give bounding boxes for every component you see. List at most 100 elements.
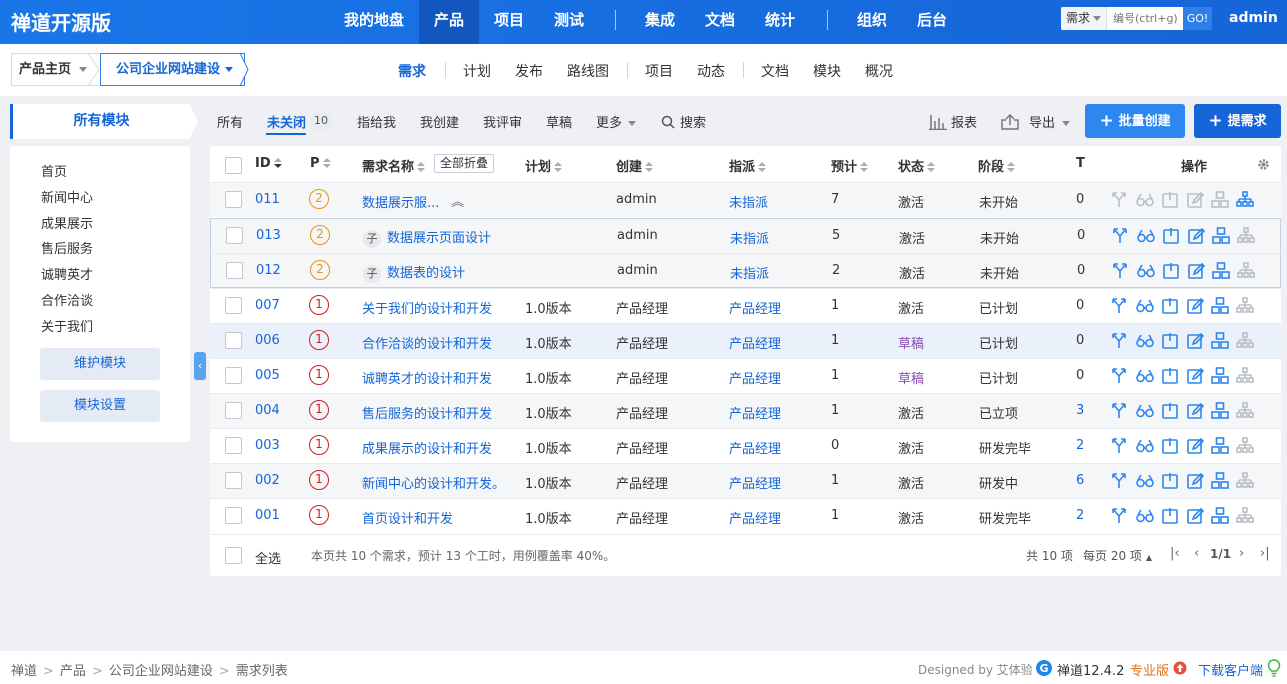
prev-page-icon[interactable]: ‹ (1194, 546, 1199, 561)
story-assigned[interactable]: 产品经理 (729, 403, 781, 422)
review-icon[interactable] (1135, 471, 1155, 491)
story-assigned[interactable]: 未指派 (730, 263, 769, 282)
last-page-icon[interactable]: ›| (1260, 546, 1270, 561)
edit-icon[interactable] (1185, 436, 1205, 456)
tree-icon[interactable] (1235, 296, 1255, 316)
change-icon[interactable] (1110, 296, 1130, 316)
subdivide-icon[interactable] (1211, 261, 1231, 281)
change-icon[interactable] (1110, 436, 1130, 456)
module-item[interactable]: 首页 (41, 161, 67, 180)
edit-icon[interactable] (1185, 331, 1205, 351)
filter-more[interactable]: 更多 (596, 112, 637, 131)
edit-icon[interactable] (1186, 261, 1206, 281)
subnav-project[interactable]: 项目 (645, 61, 673, 81)
close-icon[interactable] (1160, 401, 1180, 421)
batch-create-button[interactable]: + 批量创建 (1085, 104, 1185, 138)
filter-assigned-me[interactable]: 指给我 (357, 112, 396, 131)
subnav-module[interactable]: 模块 (813, 61, 841, 81)
story-id[interactable]: 012 (256, 263, 281, 278)
change-icon[interactable] (1110, 506, 1130, 526)
col-assigned[interactable]: 指派 (729, 156, 767, 175)
col-creator[interactable]: 创建 (616, 156, 654, 175)
table-row[interactable]: 011 2 数据展示服... ︽ admin 未指派 7 激活 未开始 0 (210, 182, 1281, 217)
nav-test[interactable]: 测试 (539, 0, 599, 44)
search-toggle[interactable]: 搜索 (661, 112, 706, 131)
story-id[interactable]: 011 (255, 192, 280, 207)
story-name-link[interactable]: 成果展示的设计和开发 (362, 438, 492, 457)
story-id[interactable]: 001 (255, 508, 280, 523)
subdivide-icon[interactable] (1210, 190, 1230, 210)
collapse-children-icon[interactable]: ︽ (451, 191, 464, 210)
tree-icon[interactable] (1235, 331, 1255, 351)
tree-icon[interactable] (1236, 261, 1256, 281)
story-assigned[interactable]: 产品经理 (729, 508, 781, 527)
review-icon[interactable] (1135, 401, 1155, 421)
table-row[interactable]: 007 1 关于我们的设计和开发 1.0版本 产品经理 产品经理 1 激活 已计划 0 (210, 288, 1281, 323)
table-row[interactable]: 001 1 首页设计和开发 1.0版本 产品经理 产品经理 1 激活 研发完毕 2 (210, 498, 1281, 533)
search-type-select[interactable]: 需求 (1061, 7, 1107, 30)
subdivide-icon[interactable] (1210, 436, 1230, 456)
table-row[interactable]: 006 1 合作洽谈的设计和开发 1.0版本 产品经理 产品经理 1 草稿 已计划 0 (210, 323, 1281, 358)
story-task-count[interactable]: 0 (1076, 192, 1084, 207)
nav-integration[interactable]: 集成 (630, 0, 690, 44)
nav-doc[interactable]: 文档 (690, 0, 750, 44)
tree-icon[interactable] (1236, 226, 1256, 246)
maintain-module-button[interactable]: 维护模块 (40, 348, 160, 380)
col-status[interactable]: 状态 (898, 156, 936, 175)
row-checkbox[interactable] (225, 507, 242, 524)
all-modules-title[interactable]: 所有模块 (10, 104, 190, 139)
story-task-count[interactable]: 0 (1076, 333, 1084, 348)
filter-draft[interactable]: 草稿 (546, 112, 572, 131)
close-icon[interactable] (1160, 471, 1180, 491)
row-checkbox[interactable] (225, 437, 242, 454)
nav-project[interactable]: 项目 (479, 0, 539, 44)
col-estimate[interactable]: 预计 (831, 156, 869, 175)
story-assigned[interactable]: 产品经理 (729, 438, 781, 457)
col-priority[interactable]: P (310, 156, 331, 171)
tree-icon[interactable] (1235, 401, 1255, 421)
row-checkbox[interactable] (226, 227, 243, 244)
search-go-button[interactable]: GO! (1183, 7, 1212, 30)
story-name-link[interactable]: 诚聘英才的设计和开发 (362, 368, 492, 387)
report-button[interactable]: 报表 (929, 112, 977, 131)
story-id[interactable]: 004 (255, 403, 280, 418)
story-assigned[interactable]: 产品经理 (729, 333, 781, 352)
download-client-link[interactable]: 下载客户端 (1198, 660, 1263, 679)
subdivide-icon[interactable] (1210, 296, 1230, 316)
module-item[interactable]: 新闻中心 (41, 187, 93, 206)
change-icon[interactable] (1110, 331, 1130, 351)
story-assigned[interactable]: 未指派 (729, 192, 768, 211)
row-checkbox[interactable] (225, 191, 242, 208)
story-task-count[interactable]: 0 (1077, 228, 1085, 243)
story-task-count[interactable]: 2 (1076, 508, 1084, 523)
subnav-dynamic[interactable]: 动态 (697, 61, 725, 81)
story-name-link[interactable]: 新闻中心的设计和开发。 (362, 473, 505, 492)
table-row[interactable]: 012 2 子数据表的设计 admin 未指派 2 激活 未开始 0 (210, 253, 1281, 288)
gear-icon[interactable] (1256, 157, 1271, 172)
edit-icon[interactable] (1185, 296, 1205, 316)
change-icon[interactable] (1110, 190, 1130, 210)
tree-icon[interactable] (1235, 366, 1255, 386)
module-item[interactable]: 合作洽谈 (41, 290, 93, 309)
story-id[interactable]: 013 (256, 228, 281, 243)
subdivide-icon[interactable] (1210, 366, 1230, 386)
table-row[interactable]: 004 1 售后服务的设计和开发 1.0版本 产品经理 产品经理 1 激活 已立项 3 (210, 393, 1281, 428)
col-id[interactable]: ID (255, 156, 282, 171)
select-all-checkbox[interactable] (225, 547, 242, 564)
story-id[interactable]: 002 (255, 473, 280, 488)
story-name-link[interactable]: 售后服务的设计和开发 (362, 403, 492, 422)
first-page-icon[interactable]: |‹ (1170, 546, 1180, 561)
story-task-count[interactable]: 6 (1076, 473, 1084, 488)
story-task-count[interactable]: 3 (1076, 403, 1084, 418)
table-row[interactable]: 003 1 成果展示的设计和开发 1.0版本 产品经理 产品经理 0 激活 研发完毕 2 (210, 428, 1281, 463)
nav-product[interactable]: 产品 (419, 0, 479, 44)
export-button[interactable]: 导出 (1001, 112, 1071, 131)
change-icon[interactable] (1110, 471, 1130, 491)
story-name-link[interactable]: 子数据表的设计 (363, 262, 465, 283)
edit-icon[interactable] (1185, 190, 1205, 210)
close-icon[interactable] (1160, 366, 1180, 386)
review-icon[interactable] (1135, 190, 1155, 210)
change-icon[interactable] (1110, 401, 1130, 421)
row-checkbox[interactable] (225, 297, 242, 314)
edit-icon[interactable] (1186, 226, 1206, 246)
